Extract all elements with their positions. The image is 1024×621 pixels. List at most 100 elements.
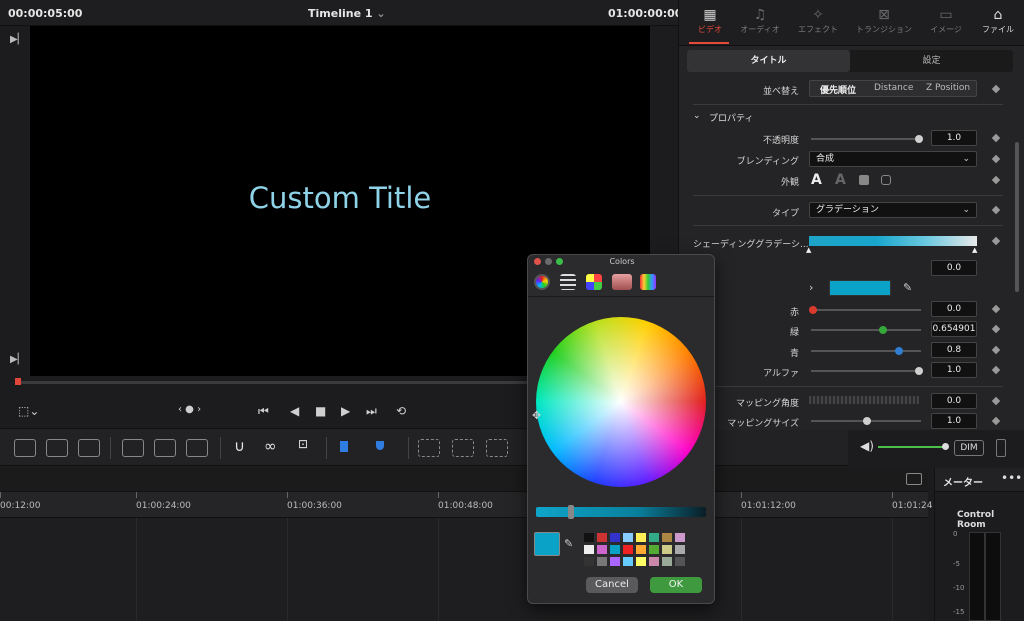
place-on-top-icon[interactable] [122,439,144,457]
play-icon[interactable]: ▶ [341,404,350,418]
palette-swatch[interactable] [623,545,633,554]
image-palettes-mode-icon[interactable] [612,274,632,290]
current-color-swatch[interactable] [534,532,560,556]
keyframe-icon[interactable] [991,304,1001,314]
blue-slider[interactable] [811,347,921,355]
speaker-icon[interactable]: ◀) [860,439,874,453]
tab-transitions[interactable]: ⊠ トランジション [853,6,915,35]
palette-swatch[interactable] [662,545,672,554]
palette-swatch[interactable] [662,533,672,542]
inspector-scrollbar[interactable] [1015,142,1019,292]
green-slider[interactable] [811,326,921,334]
stop-position-input[interactable]: 0.0 [931,260,977,276]
mute-toggle[interactable] [996,439,1006,457]
palette-swatch[interactable] [636,557,646,566]
slider-knob[interactable] [879,326,887,334]
opacity-input[interactable]: 1.0 [931,130,977,146]
go-to-start-icon[interactable]: ⏮ [258,404,269,419]
palette-swatch[interactable] [597,545,607,554]
mapping-angle-dial[interactable] [809,396,919,404]
append-icon[interactable] [154,439,176,457]
slider-knob[interactable] [915,135,923,143]
palette-swatch[interactable] [584,545,594,554]
zoom-full-icon[interactable] [418,439,440,457]
lock-icon[interactable]: ⊡ [298,437,308,451]
snapping-icon[interactable]: ∪ [234,437,245,455]
palette-swatch[interactable] [584,533,594,542]
segment-settings[interactable]: 設定 [850,50,1013,72]
palette-swatch[interactable] [610,533,620,542]
keyframe-icon[interactable] [991,365,1001,375]
volume-knob[interactable] [942,443,949,450]
palette-swatch[interactable] [675,533,685,542]
keyframe-icon[interactable] [991,133,1001,143]
palette-swatch[interactable] [623,533,633,542]
slider-knob[interactable] [863,417,871,425]
red-slider[interactable] [809,306,921,314]
palette-swatch[interactable] [675,545,685,554]
stop-icon[interactable]: ■ [315,404,326,418]
text-outline-icon[interactable]: A [835,172,846,188]
blue-input[interactable]: 0.8 [931,342,977,358]
dim-button[interactable]: DIM [954,440,984,456]
marker-icon[interactable] [376,441,384,450]
palette-swatch[interactable] [649,533,659,542]
timeline-tracks[interactable] [0,518,920,621]
slider-knob[interactable] [809,306,817,314]
volume-slider[interactable] [878,446,944,448]
keyframe-icon[interactable] [991,205,1001,215]
sort-distance[interactable]: Distance [874,83,913,93]
segment-title[interactable]: タイトル [687,50,850,72]
color-palettes-mode-icon[interactable] [586,274,602,290]
text-fill-icon[interactable]: A [811,172,822,188]
keyframe-icon[interactable] [991,175,1001,185]
alpha-input[interactable]: 1.0 [931,362,977,378]
keyframe-icon[interactable] [991,396,1001,406]
palette-swatch[interactable] [597,557,607,566]
keyframe-icon[interactable] [991,236,1001,246]
play-reverse-icon[interactable]: ◀ [290,404,299,418]
brightness-slider[interactable] [536,505,706,519]
alpha-slider[interactable] [811,367,923,375]
playhead[interactable] [15,378,21,385]
gradient-stop-right[interactable]: ▲ [972,246,977,254]
palette-swatch[interactable] [623,557,633,566]
jog-icon[interactable]: ‹ ● › [178,404,201,415]
tab-audio[interactable]: ♫ オーディオ [731,6,789,35]
sort-z-position[interactable]: Z Position [926,83,970,93]
keyframe-icon[interactable] [991,84,1001,94]
palette-swatch[interactable] [636,545,646,554]
opacity-slider[interactable] [811,135,923,143]
color-sliders-mode-icon[interactable] [560,274,576,290]
keyframe-icon[interactable] [991,416,1001,426]
color-wheel-cursor-icon[interactable]: ✥ [532,409,541,422]
keyframe-icon[interactable] [991,345,1001,355]
color-wheel-mode-icon[interactable] [534,274,550,290]
properties-header[interactable]: プロパティ [709,111,753,124]
slider-knob[interactable] [915,367,923,375]
keyframe-icon[interactable] [991,324,1001,334]
go-to-end-icon[interactable]: ⏭ [366,404,377,419]
chevron-right-icon[interactable]: › [809,281,813,294]
keyframe-icon[interactable] [991,154,1001,164]
mapping-angle-input[interactable]: 0.0 [931,393,977,409]
brightness-knob[interactable] [568,505,574,519]
slider-knob[interactable] [895,347,903,355]
type-select[interactable]: グラデーション ⌄ [809,202,977,218]
palette-swatch[interactable] [649,545,659,554]
replace-clip-icon[interactable] [78,439,100,457]
crop-icon[interactable]: ⬚⌄ [18,404,39,418]
skip-to-end-icon[interactable]: ▶▏ [10,354,25,365]
overwrite-clip-icon[interactable] [46,439,68,457]
zoom-detail-icon[interactable] [452,439,474,457]
swatch-grid[interactable] [584,533,700,573]
shape-fill-icon[interactable] [859,175,869,185]
mapping-size-slider[interactable] [811,417,921,425]
ok-button[interactable]: OK [650,577,702,593]
timeline-ruler[interactable]: 00:12:00 01:00:24:00 01:00:36:00 01:00:4… [0,492,932,518]
color-wheel[interactable] [536,317,706,487]
timeline-selector[interactable]: Timeline 1 ⌄ [308,7,386,20]
palette-swatch[interactable] [649,557,659,566]
palette-swatch[interactable] [610,545,620,554]
eyedropper-icon[interactable]: ✎ [564,537,573,550]
